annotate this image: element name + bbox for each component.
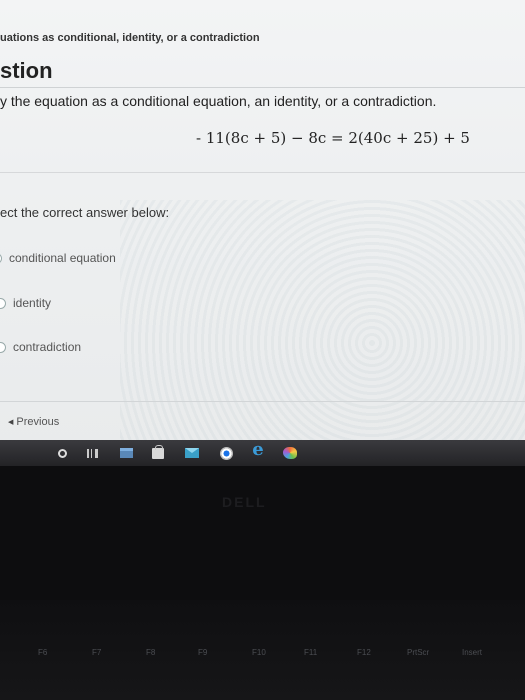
radio-button[interactable] xyxy=(0,252,2,264)
key-prtscr[interactable]: PrtScr xyxy=(407,648,429,657)
option-label: identity xyxy=(13,296,52,310)
option-contradiction[interactable]: contradiction xyxy=(0,337,81,357)
chrome-icon[interactable] xyxy=(218,445,234,461)
breadcrumb: uations as conditional, identity, or a c… xyxy=(0,32,260,44)
store-icon[interactable] xyxy=(150,444,166,461)
answer-prompt: ect the correct answer below: xyxy=(0,205,170,220)
key-f12[interactable]: F12 xyxy=(357,648,371,657)
file-explorer-icon[interactable] xyxy=(118,445,134,461)
key-f10[interactable]: F10 xyxy=(252,648,266,657)
divider xyxy=(0,401,525,402)
previous-label: Previous xyxy=(16,416,60,428)
option-label: conditional equation xyxy=(9,251,116,265)
option-conditional-equation[interactable]: conditional equation xyxy=(0,248,116,268)
radio-button[interactable] xyxy=(0,297,6,309)
taskbar: e xyxy=(0,439,525,466)
option-identity[interactable]: identity xyxy=(0,293,51,313)
key-f7[interactable]: F7 xyxy=(92,648,101,657)
paint-icon[interactable] xyxy=(282,445,298,461)
mail-icon[interactable] xyxy=(184,445,200,461)
screen-moire xyxy=(120,200,525,448)
keyboard-function-row: F6 F7 F8 F9 F10 F11 F12 PrtScr Insert xyxy=(0,600,525,700)
divider xyxy=(0,87,525,88)
task-view-icon[interactable] xyxy=(84,445,100,461)
triangle-left-icon: ◀ xyxy=(8,419,14,426)
browser-page: uations as conditional, identity, or a c… xyxy=(0,0,525,448)
key-insert[interactable]: Insert xyxy=(462,648,482,657)
brand-logo: DELL xyxy=(222,494,267,510)
radio-button[interactable] xyxy=(0,341,6,353)
previous-button[interactable]: ◀ Previous xyxy=(8,416,59,428)
key-f11[interactable]: F11 xyxy=(304,648,317,657)
key-f8[interactable]: F8 xyxy=(146,648,155,657)
edge-icon[interactable]: e xyxy=(250,439,266,460)
divider xyxy=(0,172,525,173)
equation: - 11(8c + 5) − 8c = 2(40c + 25) + 5 xyxy=(196,129,470,147)
page-title: stion xyxy=(0,58,53,83)
question-instruction: y the equation as a conditional equation… xyxy=(0,93,437,109)
key-f6[interactable]: F6 xyxy=(38,648,47,657)
option-label: contradiction xyxy=(13,340,82,354)
key-f9[interactable]: F9 xyxy=(198,648,207,657)
start-icon[interactable] xyxy=(54,445,70,461)
